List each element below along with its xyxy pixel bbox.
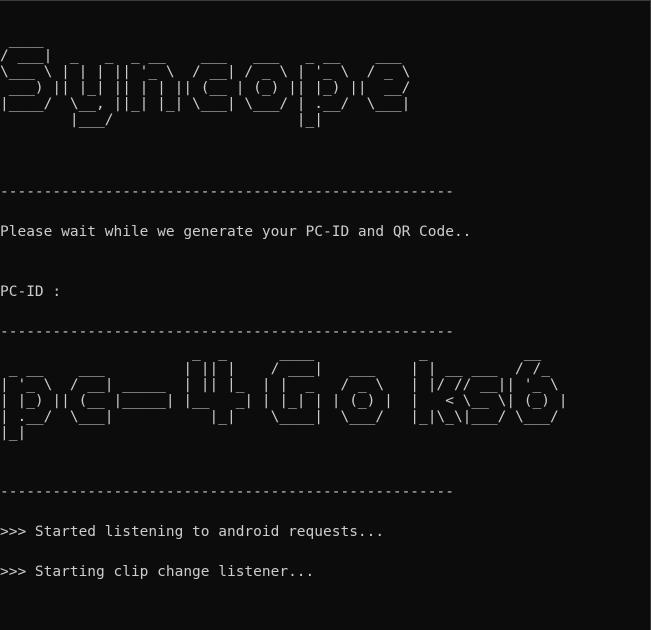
pc-id-ascii-banner: _ _ ____ _ __ _ __ ___ | || | / ___| ___… — [0, 345, 568, 441]
status-listening-android: >>> Started listening to android request… — [0, 524, 385, 540]
wait-message: Please wait while we generate your PC-ID… — [0, 224, 472, 240]
separator-line: ----------------------------------------… — [0, 184, 454, 200]
pc-id-label: PC-ID : — [0, 284, 62, 300]
separator-line: ----------------------------------------… — [0, 484, 454, 500]
separator-line: ----------------------------------------… — [0, 324, 454, 340]
status-clip-listener: >>> Starting clip change listener... — [0, 564, 315, 580]
console-window[interactable]: ____ / ___| _ _ _ __ ___ ___ _ __ ___ \_… — [0, 0, 651, 630]
syncope-ascii-banner: ____ / ___| _ _ _ __ ___ ___ _ __ ___ \_… — [0, 32, 411, 128]
